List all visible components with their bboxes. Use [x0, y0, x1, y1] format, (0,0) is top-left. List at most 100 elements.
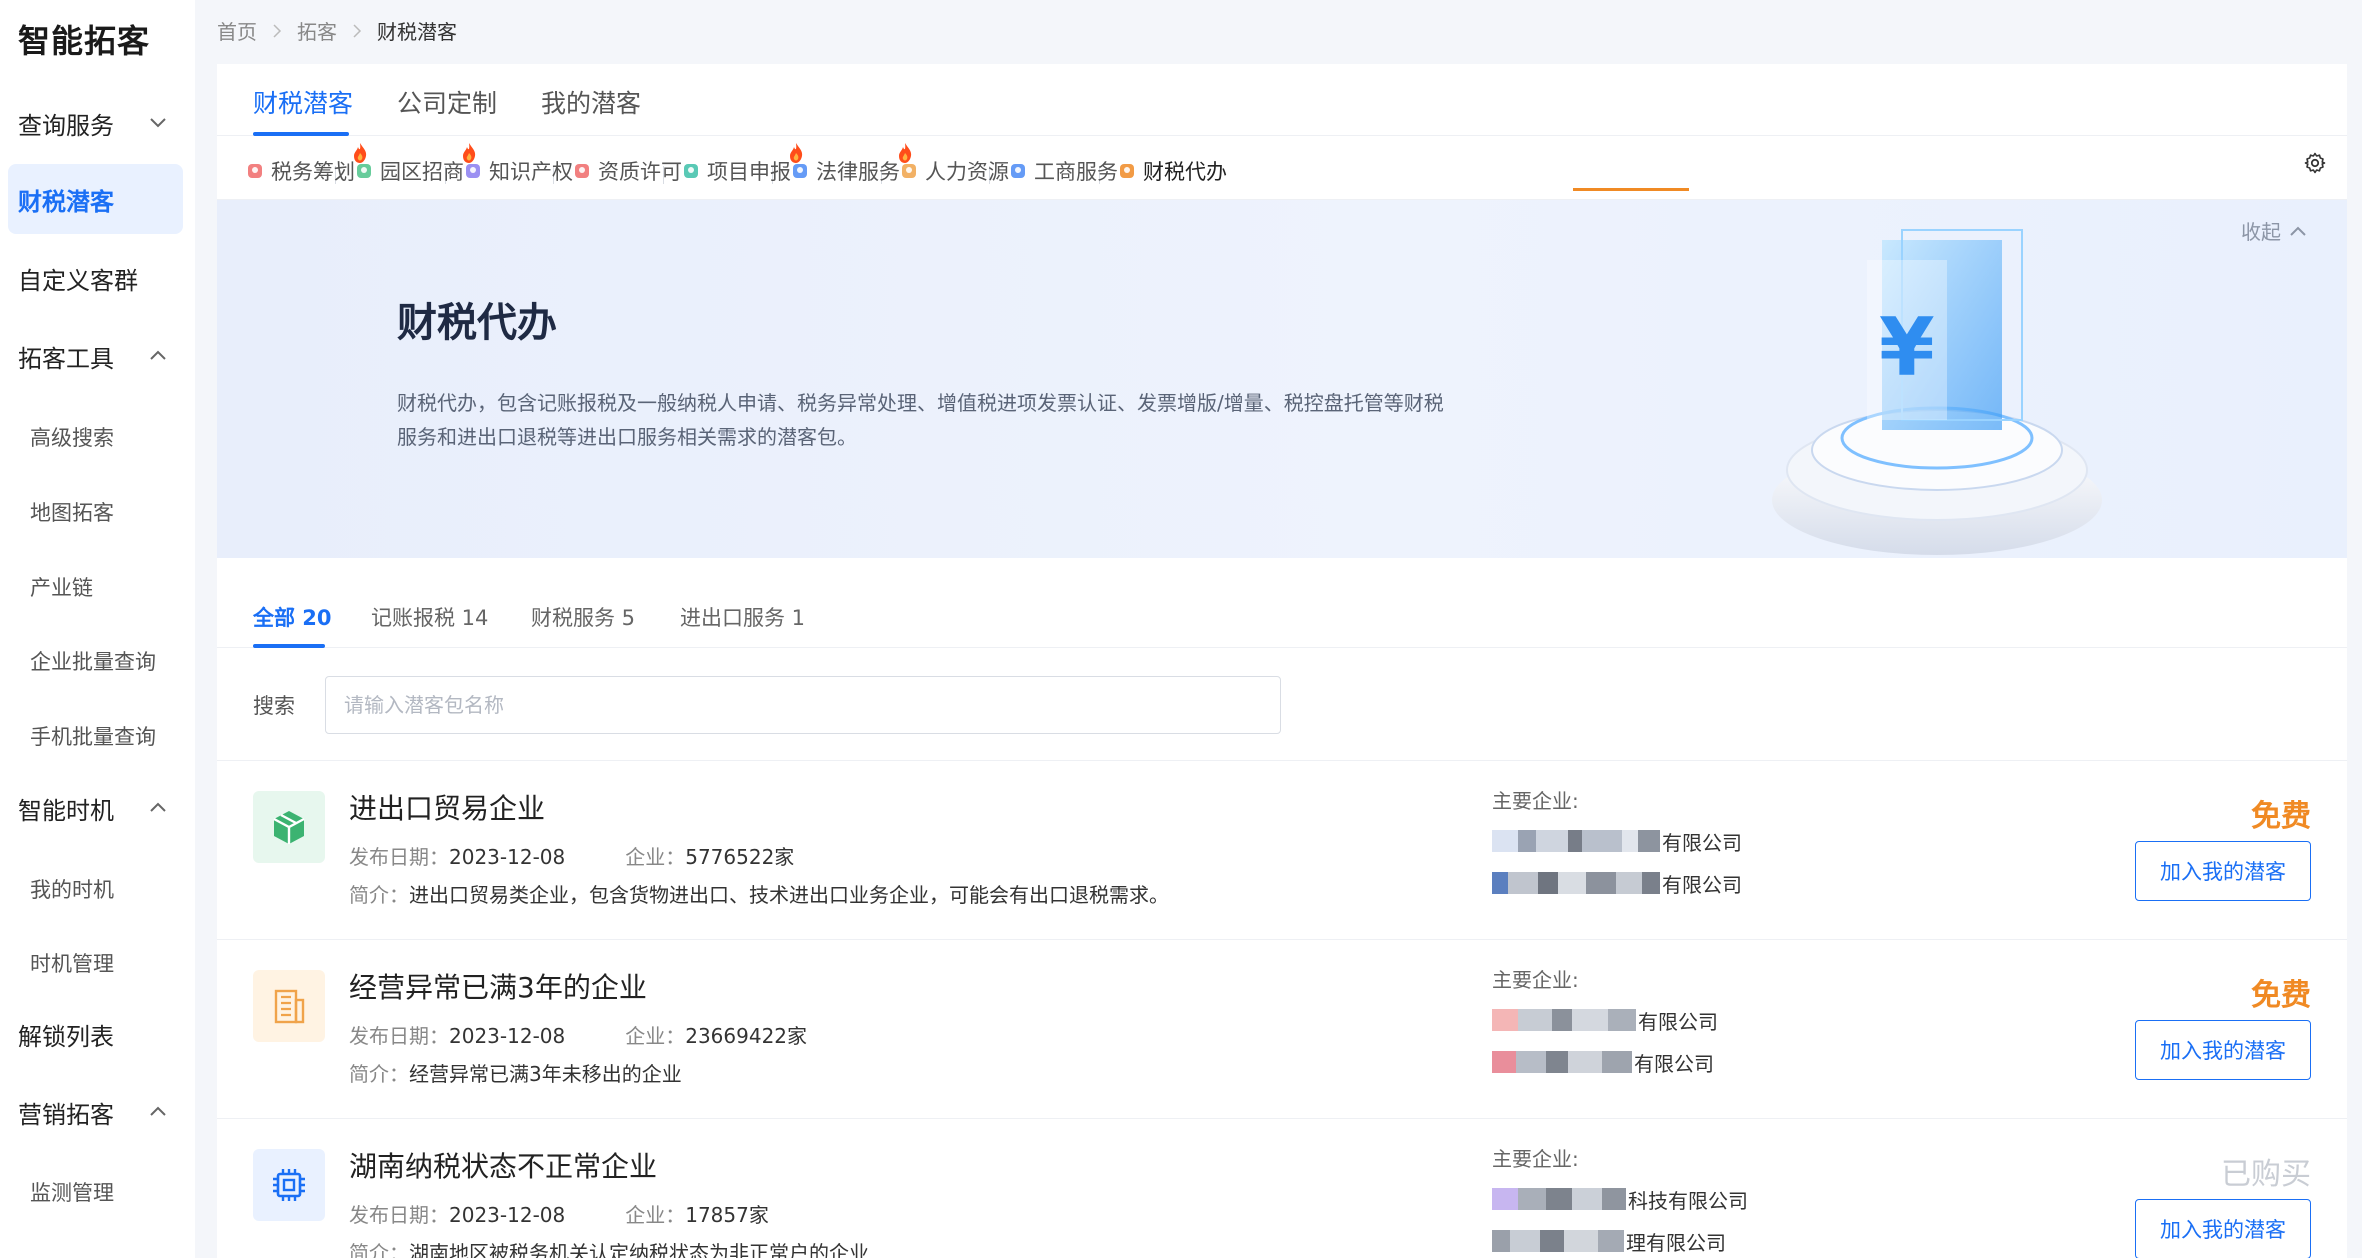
category-label: 资质许可: [598, 160, 682, 184]
search-input[interactable]: [325, 676, 1281, 734]
main-enterprise[interactable]: 有限公司: [1492, 1047, 1718, 1077]
enterprise-name: 有限公司: [1662, 830, 1742, 855]
sidebar-group[interactable]: 营销拓客: [8, 1077, 183, 1147]
subtab-import-export[interactable]: 进出口服务 1: [680, 602, 805, 632]
chevron-up-icon: [150, 1106, 166, 1116]
list-item[interactable]: 湖南纳税状态不正常企业 发布日期：2023-12-08 企业：17857家 简介：湖南…: [217, 1119, 2347, 1258]
breadcrumb: 首页 拓客 财税潜客: [217, 16, 457, 45]
sidebar-subitem[interactable]: 监测管理: [30, 1177, 114, 1207]
main-enterprises-label: 主要企业:: [1492, 968, 1579, 992]
lead-pack-title[interactable]: 湖南纳税状态不正常企业: [349, 1145, 657, 1185]
enterprise-name: 理有限公司: [1626, 1230, 1726, 1255]
sidebar-item-label: 拓客工具: [18, 344, 114, 373]
main-panel: 财税潜客 公司定制 我的潜客 税务筹划 园区招商 知识产权 资质许可 项目申报 法律服务 人…: [217, 64, 2347, 1258]
publish-date: 发布日期：2023-12-08: [349, 1203, 566, 1227]
lead-pack-icon: [253, 1149, 325, 1221]
category-bar: 税务筹划 园区招商 知识产权 资质许可 项目申报 法律服务 人力资源 工商服务 财税代办: [217, 136, 2347, 200]
lead-pack-title[interactable]: 经营异常已满3年的企业: [349, 966, 647, 1006]
search-row: 搜索: [253, 676, 1281, 734]
app-root: 智能拓客 查询服务 财税潜客 自定义客群 拓客工具 高级搜索 地图拓客 产业链 企业批量查询手…: [0, 0, 2362, 1258]
enterprise-name: 有限公司: [1634, 1051, 1714, 1076]
category-label: 法律服务: [816, 160, 900, 184]
sidebar-subitem[interactable]: 我的时机: [30, 874, 114, 904]
publish-date: 发布日期：2023-12-08: [349, 1024, 566, 1048]
lead-pack-icon: [253, 970, 325, 1042]
main-enterprise[interactable]: 理有限公司: [1492, 1226, 1748, 1256]
tab-company-custom[interactable]: 公司定制: [397, 84, 497, 120]
sidebar-item[interactable]: 自定义客群: [8, 243, 183, 313]
svg-text:¥: ¥: [1879, 301, 1935, 394]
sidebar-item-label: 营销拓客: [18, 1100, 114, 1129]
breadcrumb-tuoke[interactable]: 拓客: [297, 16, 337, 45]
enterprise-count: 企业：23669422家: [625, 1024, 808, 1048]
main-enterprises: 主要企业: 有限公司 有限公司: [1492, 964, 1718, 1077]
project-icon: [684, 164, 698, 178]
chevron-right-icon: [353, 23, 362, 38]
sidebar: 智能拓客 查询服务财税潜客自定义客群拓客工具高级搜索地图拓客产业链企业批量查询手…: [0, 0, 195, 1258]
sidebar-subitem[interactable]: 地图拓客: [30, 497, 114, 527]
sidebar-item[interactable]: 解锁列表: [8, 999, 183, 1069]
join-my-leads-button[interactable]: 加入我的潜客: [2135, 1199, 2311, 1258]
business-icon: [1011, 164, 1025, 178]
lead-pack-title[interactable]: 进出口贸易企业: [349, 787, 545, 827]
main-enterprise[interactable]: 科技有限公司: [1492, 1184, 1748, 1214]
category-ip[interactable]: 知识产权: [463, 156, 573, 186]
publish-date: 发布日期：2023-12-08: [349, 845, 566, 869]
category-tax-plan[interactable]: 税务筹划: [245, 143, 367, 186]
banner-description: 财税代办，包含记账报税及一般纳税人申请、税务异常处理、增值税进项发票认证、发票增…: [397, 391, 1444, 449]
subtab-bookkeeping[interactable]: 记账报税 14: [371, 602, 488, 632]
pixelated-logo: [1492, 830, 1660, 852]
license-icon: [575, 164, 589, 178]
breadcrumb-current: 财税潜客: [377, 20, 457, 44]
category-project[interactable]: 项目申报: [681, 143, 803, 186]
sidebar-group[interactable]: 拓客工具: [8, 321, 183, 391]
subtab-all[interactable]: 全部 20: [253, 602, 332, 632]
sidebar-item[interactable]: 财税潜客: [8, 164, 183, 234]
sidebar-subitem[interactable]: 企业批量查询: [30, 646, 156, 676]
main-enterprise[interactable]: 有限公司: [1492, 868, 1742, 898]
sidebar-subitem[interactable]: 产业链: [30, 572, 93, 602]
lead-pack-meta: 发布日期：2023-12-08 企业：5776522家: [349, 841, 794, 870]
sidebar-subitem[interactable]: 高级搜索: [30, 422, 114, 452]
building-icon: [274, 989, 305, 1024]
sidebar-subitem[interactable]: 手机批量查询: [30, 721, 156, 751]
main-enterprise[interactable]: 有限公司: [1492, 1005, 1718, 1035]
search-label: 搜索: [253, 694, 295, 718]
category-business[interactable]: 工商服务: [1008, 156, 1118, 186]
category-label: 知识产权: [489, 160, 573, 184]
subcategory-tabs: 全部 20 记账报税 14 财税服务 5 进出口服务 1: [217, 584, 2347, 648]
category-law[interactable]: 法律服务: [790, 143, 912, 186]
chevron-up-icon: [150, 350, 166, 360]
enterprise-count: 企业：5776522家: [625, 845, 795, 869]
collapse-button[interactable]: 收起: [2241, 216, 2307, 245]
app-logo: 智能拓客: [18, 22, 151, 60]
breadcrumb-home[interactable]: 首页: [217, 16, 257, 45]
join-my-leads-button[interactable]: 加入我的潜客: [2135, 1020, 2311, 1080]
category-hr[interactable]: 人力资源: [899, 156, 1009, 186]
tab-my-leads[interactable]: 我的潜客: [541, 84, 641, 120]
category-finance-agent[interactable]: 财税代办: [1117, 156, 1227, 186]
pixelated-logo: [1492, 1009, 1636, 1031]
join-my-leads-button[interactable]: 加入我的潜客: [2135, 841, 2311, 901]
chevron-right-icon: [273, 23, 282, 38]
sidebar-subitem[interactable]: 时机管理: [30, 948, 114, 978]
enterprise-name: 有限公司: [1662, 872, 1742, 897]
category-active-indicator: [1573, 188, 1689, 191]
enterprise-name: 科技有限公司: [1628, 1188, 1748, 1213]
tab-caishui[interactable]: 财税潜客: [253, 84, 353, 120]
sidebar-group[interactable]: 查询服务: [8, 88, 183, 158]
sidebar-group[interactable]: 智能时机: [8, 773, 183, 843]
chevron-down-icon: [150, 118, 166, 128]
chevron-up-icon: [150, 802, 166, 812]
list-item[interactable]: 进出口贸易企业 发布日期：2023-12-08 企业：5776522家 简介：进出口贸…: [217, 761, 2347, 940]
category-label: 税务筹划: [271, 160, 355, 184]
category-license[interactable]: 资质许可: [572, 156, 682, 186]
lead-pack-description: 简介：经营异常已满3年未移出的企业: [349, 1062, 682, 1086]
category-park[interactable]: 园区招商: [354, 143, 476, 186]
chip-icon: [273, 1169, 305, 1201]
subtab-finance-service[interactable]: 财税服务 5: [531, 602, 635, 632]
list-item[interactable]: 经营异常已满3年的企业发布日期：2023-12-08 企业：23669422家简介…: [217, 940, 2347, 1119]
sidebar-item-label: 财税潜客: [18, 187, 114, 216]
gear-icon[interactable]: [2303, 151, 2327, 175]
main-enterprise[interactable]: 有限公司: [1492, 826, 1742, 856]
